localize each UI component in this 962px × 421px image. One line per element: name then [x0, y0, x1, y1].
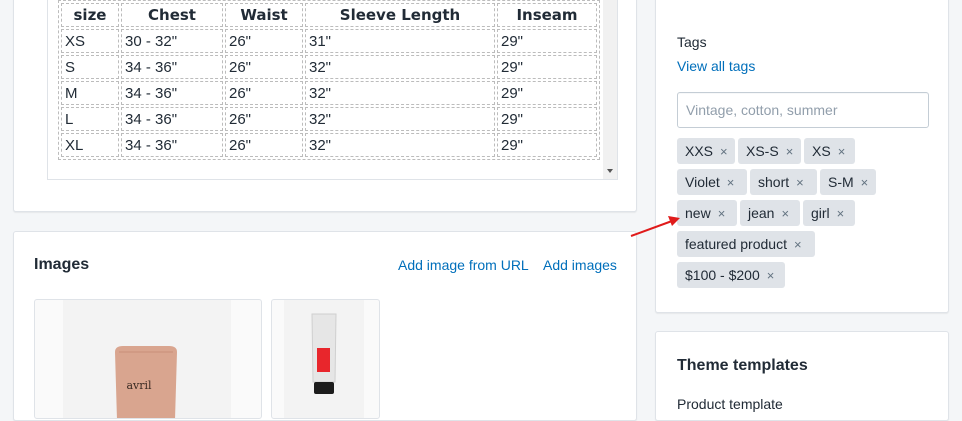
cell-sleeve-length[interactable]: 32": [305, 133, 495, 157]
cell-sleeve-length[interactable]: 31": [305, 29, 495, 53]
tags-input[interactable]: [677, 92, 929, 128]
product-image-1[interactable]: avril: [34, 299, 262, 419]
remove-tag-icon[interactable]: ×: [727, 175, 735, 190]
cell-size[interactable]: S: [61, 55, 119, 79]
tag-chip: girl ×: [803, 200, 855, 226]
cream-tube-image: avril: [63, 300, 231, 418]
remove-tag-icon[interactable]: ×: [718, 206, 726, 221]
remove-tag-icon[interactable]: ×: [796, 175, 804, 190]
remove-tag-icon[interactable]: ×: [781, 206, 789, 221]
theme-templates-title: Theme templates: [677, 357, 808, 374]
tag-label: girl: [811, 205, 830, 221]
table-row: S 34 - 36" 26" 32" 29": [61, 55, 597, 79]
tag-chip: Violet ×: [677, 169, 747, 195]
cell-inseam[interactable]: 29": [497, 107, 597, 131]
cell-inseam[interactable]: 29": [497, 133, 597, 157]
table-row: XS 30 - 32" 26" 31" 29": [61, 29, 597, 53]
product-template-label: Product template: [677, 396, 783, 412]
tag-label: new: [685, 205, 711, 221]
remove-tag-icon[interactable]: ×: [794, 237, 802, 252]
tag-chip: XS-S ×: [738, 138, 801, 164]
add-images-link[interactable]: Add images: [543, 257, 617, 273]
cell-inseam[interactable]: 29": [497, 81, 597, 105]
cell-inseam[interactable]: 29": [497, 29, 597, 53]
header-size: size: [61, 3, 119, 27]
remove-tag-icon[interactable]: ×: [837, 206, 845, 221]
tag-label: short: [758, 174, 790, 190]
cell-waist[interactable]: 26": [225, 29, 303, 53]
tag-chip: S-M ×: [820, 169, 876, 195]
header-waist: Waist: [225, 3, 303, 27]
table-header-row: size Chest Waist Sleeve Length Inseam: [61, 3, 597, 27]
tag-label: Violet: [685, 174, 720, 190]
tags-card: Tags View all tags XXS×XS-S×XS×Violet×sh…: [655, 0, 949, 313]
cell-size[interactable]: XL: [61, 133, 119, 157]
tag-label: XS-S: [746, 143, 779, 159]
table-scrollbar[interactable]: [603, 0, 617, 179]
table-row: XL 34 - 36" 26" 32" 29": [61, 133, 597, 157]
tag-label: XS: [812, 143, 831, 159]
cell-size[interactable]: M: [61, 81, 119, 105]
cell-sleeve-length[interactable]: 32": [305, 107, 495, 131]
view-all-tags-link[interactable]: View all tags: [677, 58, 755, 74]
tags-label: Tags: [677, 34, 707, 50]
scroll-down-arrow-icon[interactable]: [607, 169, 613, 173]
tag-chip: featured product ×: [677, 231, 815, 257]
cell-size[interactable]: L: [61, 107, 119, 131]
size-chart-table: size Chest Waist Sleeve Length Inseam XS…: [58, 0, 600, 160]
size-chart-editor[interactable]: size Chest Waist Sleeve Length Inseam XS…: [47, 0, 618, 180]
cell-sleeve-length[interactable]: 32": [305, 55, 495, 79]
tag-label: jean: [748, 205, 775, 221]
tag-label: $100 - $200: [685, 267, 760, 283]
remove-tag-icon[interactable]: ×: [720, 144, 728, 159]
cell-chest[interactable]: 30 - 32": [121, 29, 223, 53]
theme-templates-card: Theme templates Product template: [655, 331, 949, 421]
images-card: Images Add image from URL Add images avr…: [13, 231, 637, 421]
tag-chip: XS ×: [804, 138, 855, 164]
tag-label: S-M: [828, 174, 854, 190]
tag-chip: XXS ×: [677, 138, 735, 164]
tag-label: XXS: [685, 143, 714, 159]
size-chart-card: size Chest Waist Sleeve Length Inseam XS…: [13, 0, 637, 212]
cell-chest[interactable]: 34 - 36": [121, 55, 223, 79]
cell-chest[interactable]: 34 - 36": [121, 133, 223, 157]
tube-image: [284, 300, 364, 418]
add-image-from-url-link[interactable]: Add image from URL: [398, 257, 529, 273]
header-chest: Chest: [121, 3, 223, 27]
tag-chip: $100 - $200 ×: [677, 262, 785, 288]
cell-waist[interactable]: 26": [225, 55, 303, 79]
remove-tag-icon[interactable]: ×: [786, 144, 794, 159]
cell-chest[interactable]: 34 - 36": [121, 81, 223, 105]
cell-chest[interactable]: 34 - 36": [121, 107, 223, 131]
annotation-arrow-icon: [630, 216, 680, 237]
cell-waist[interactable]: 26": [225, 107, 303, 131]
cell-size[interactable]: XS: [61, 29, 119, 53]
tag-chip: short ×: [750, 169, 817, 195]
remove-tag-icon[interactable]: ×: [767, 268, 775, 283]
product-image-2[interactable]: [271, 299, 380, 419]
cell-waist[interactable]: 26": [225, 133, 303, 157]
remove-tag-icon[interactable]: ×: [838, 144, 846, 159]
remove-tag-icon[interactable]: ×: [861, 175, 869, 190]
cell-inseam[interactable]: 29": [497, 55, 597, 79]
table-row: L 34 - 36" 26" 32" 29": [61, 107, 597, 131]
tag-label: featured product: [685, 236, 787, 252]
tag-chip: jean ×: [740, 200, 800, 226]
cell-sleeve-length[interactable]: 32": [305, 81, 495, 105]
product-logo-text: avril: [126, 379, 152, 392]
tag-chip: new ×: [677, 200, 737, 226]
table-row: M 34 - 36" 26" 32" 29": [61, 81, 597, 105]
cell-waist[interactable]: 26": [225, 81, 303, 105]
images-title: Images: [34, 256, 90, 273]
header-sleeve-length: Sleeve Length: [305, 3, 495, 27]
header-inseam: Inseam: [497, 3, 597, 27]
